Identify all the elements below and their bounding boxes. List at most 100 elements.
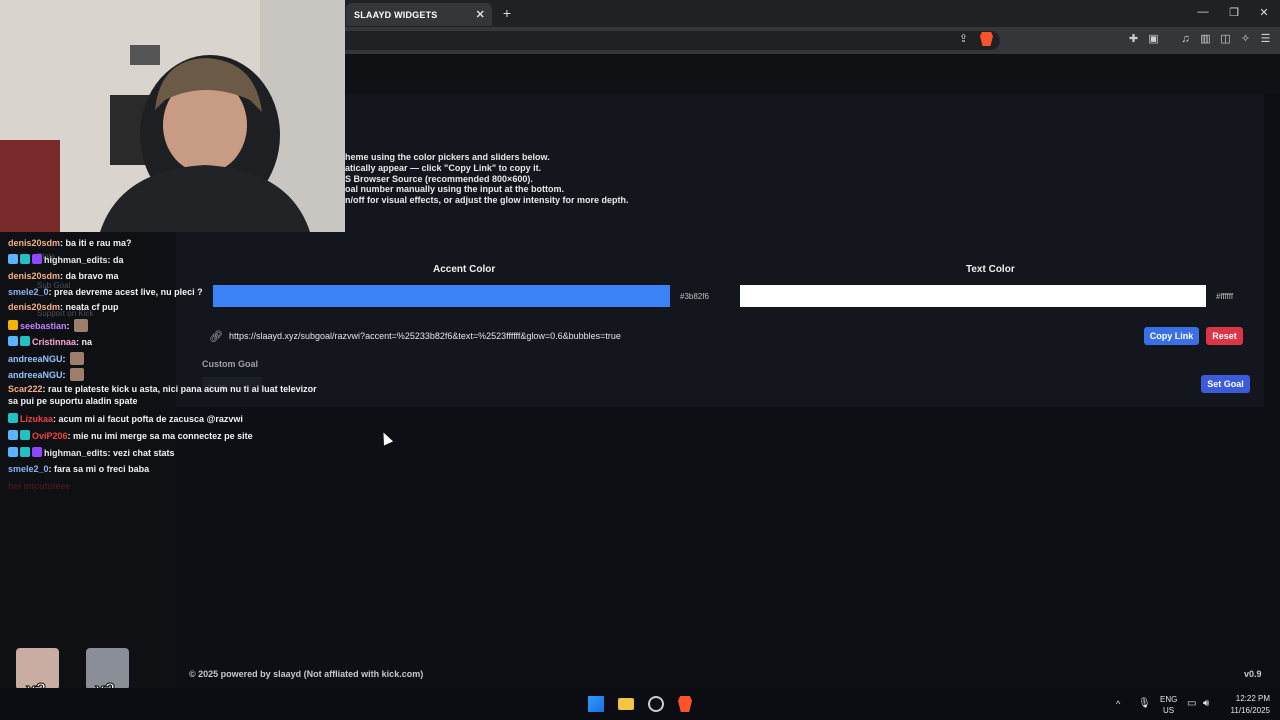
instruction-line: n/off for visual effects, or adjust the … [345,195,629,205]
wallet2-icon[interactable]: ◫ [1219,33,1232,46]
chat-text: mie nu imi merge sa ma connectez pe site [73,431,253,441]
chat-badge-icon [8,413,18,423]
custom-goal-label: Custom Goal [202,359,259,369]
extensions-icon[interactable]: ✚ [1127,33,1140,46]
clock-date[interactable]: 11/16/2025 [1222,706,1270,715]
chat-message: Scar222: rau te plateste kick u asta, ni… [8,384,317,394]
mouse-cursor [378,430,394,446]
chat-text: hei micutuleee [8,481,71,491]
instruction-line: S Browser Source (recommended 800×600). [345,174,533,184]
chat-message: smele2_0: prea devreme acest live, nu pl… [8,287,203,297]
version-label: v0.9 [1244,669,1262,679]
clock-time[interactable]: 12:22 PM [1228,694,1270,703]
chat-username[interactable]: denis20sdm [8,302,60,312]
new-tab-button[interactable]: + [500,5,514,21]
chat-badge-icon [8,447,18,457]
webcam-image [0,0,345,232]
chat-badge-icon [8,254,18,264]
start-icon[interactable] [588,696,604,712]
share-icon[interactable]: ⇪ [957,33,970,46]
instruction-line: oal number manually using the input at t… [345,184,565,194]
chat-username[interactable]: denis20sdm [8,238,60,248]
chat-username[interactable]: OviP206 [32,431,68,441]
restore-button[interactable]: ❐ [1227,6,1241,19]
chat-message: denis20sdm: da bravo ma [8,271,119,281]
chat-badge-icon [20,430,30,440]
page-header-strip [345,54,1280,94]
copy-link-button[interactable]: Copy Link [1144,327,1199,345]
chat-text: ba iti e rau ma? [65,238,132,248]
chat-username[interactable]: denis20sdm [8,271,60,281]
sidebar-toggle-icon[interactable]: ▥ [1199,33,1212,46]
webcam-overlay [0,0,345,232]
instruction-line: heme using the color pickers and sliders… [345,152,550,162]
address-field[interactable] [345,31,1000,50]
footer-credit: © 2025 powered by slaayd (Not affliated … [189,669,424,679]
lang-top[interactable]: ENG [1160,695,1177,704]
chat-badge-icon [32,447,42,457]
chat-text: na [81,337,93,347]
tray-chevron-icon[interactable]: ^ [1116,699,1120,709]
text-hex-value: #ffffff [1216,292,1234,301]
media-icon[interactable]: ♫ [1179,33,1192,46]
menu-icon[interactable]: ☰ [1259,33,1272,46]
chat-username[interactable]: highman_edits [44,255,108,265]
text-color-label: Text Color [966,264,1015,275]
chat-username[interactable]: smele2_0 [8,464,49,474]
chat-username[interactable]: highman_edits [44,448,108,458]
accent-color-picker[interactable] [213,285,670,307]
chat-message: denis20sdm: neata cf pup [8,302,119,312]
chat-message: OviP206: mie nu imi merge sa ma connecte… [8,430,253,441]
chat-badge-icon [8,336,18,346]
text-color-picker[interactable] [740,285,1206,307]
file-explorer-icon[interactable] [618,698,634,710]
chat-message: andreeaNGU: [8,368,85,381]
chat-message: Cristinnaa: na [8,336,92,347]
windows-taskbar [0,688,1280,720]
instruction-line: atically appear — click "Copy Link" to c… [345,163,542,173]
chat-message: seebastian: [8,319,89,332]
chat-emote-icon [70,352,85,365]
chat-message: andreeaNGU: [8,352,85,365]
chat-text: da [113,255,124,265]
chat-message: sa pui pe suportu aladin spate [8,396,138,406]
chat-badge-icon [32,254,42,264]
set-goal-button[interactable]: Set Goal [1201,375,1250,393]
microphone-icon[interactable]: 🎙︎ [1138,698,1151,709]
chat-username[interactable]: Scar222 [8,384,43,394]
minimize-button[interactable]: — [1196,6,1210,18]
chat-text: vezi chat stats [113,448,175,458]
chat-text: prea devreme acest live, nu pleci ? [54,287,203,297]
chat-emote-icon [74,319,89,332]
chrome-icon[interactable] [648,696,664,712]
chat-username[interactable]: Lizukaa [20,414,53,424]
chat-username[interactable]: andreeaNGU [8,354,63,364]
chat-message: denis20sdm: ba iti e rau ma? [8,238,132,248]
browser-tab[interactable]: SLAAYD WIDGETS ✕ [346,3,492,26]
chat-text: fara sa mi o freci baba [54,464,150,474]
chat-text: sa pui pe suportu aladin spate [8,396,138,406]
chat-text: da bravo ma [65,271,119,281]
close-window-button[interactable]: ✕ [1257,6,1271,19]
widget-url[interactable]: https://slaayd.xyz/subgoal/razvwi?accent… [229,331,621,341]
volume-icon[interactable]: 🔊︎ [1203,698,1209,709]
tab-close-icon[interactable]: ✕ [476,8,485,21]
chat-text: rau te plateste kick u asta, nici pana a… [48,384,317,394]
chat-text: neata cf pup [65,302,119,312]
chat-message: highman_edits: da [8,254,124,265]
accent-color-label: Accent Color [433,264,496,275]
chat-message: smele2_0: fara sa mi o freci baba [8,464,150,474]
chat-badge-icon [20,336,30,346]
leo-ai-icon[interactable]: ✧ [1239,33,1252,46]
chat-username[interactable]: smele2_0 [8,287,49,297]
chat-username[interactable]: seebastian [20,321,67,331]
lang-bottom[interactable]: US [1163,706,1174,715]
chat-username[interactable]: andreeaNGU [8,370,63,380]
chat-badge-icon [8,430,18,440]
chat-text: acum mi ai facut pofta de zacusca @razvw… [58,414,243,424]
chat-username[interactable]: Cristinnaa [32,337,76,347]
chat-emote-icon [70,368,85,381]
wallet-icon[interactable]: ▣ [1147,33,1160,46]
network-icon[interactable]: ▭ [1187,698,1196,709]
reset-button[interactable]: Reset [1206,327,1243,345]
